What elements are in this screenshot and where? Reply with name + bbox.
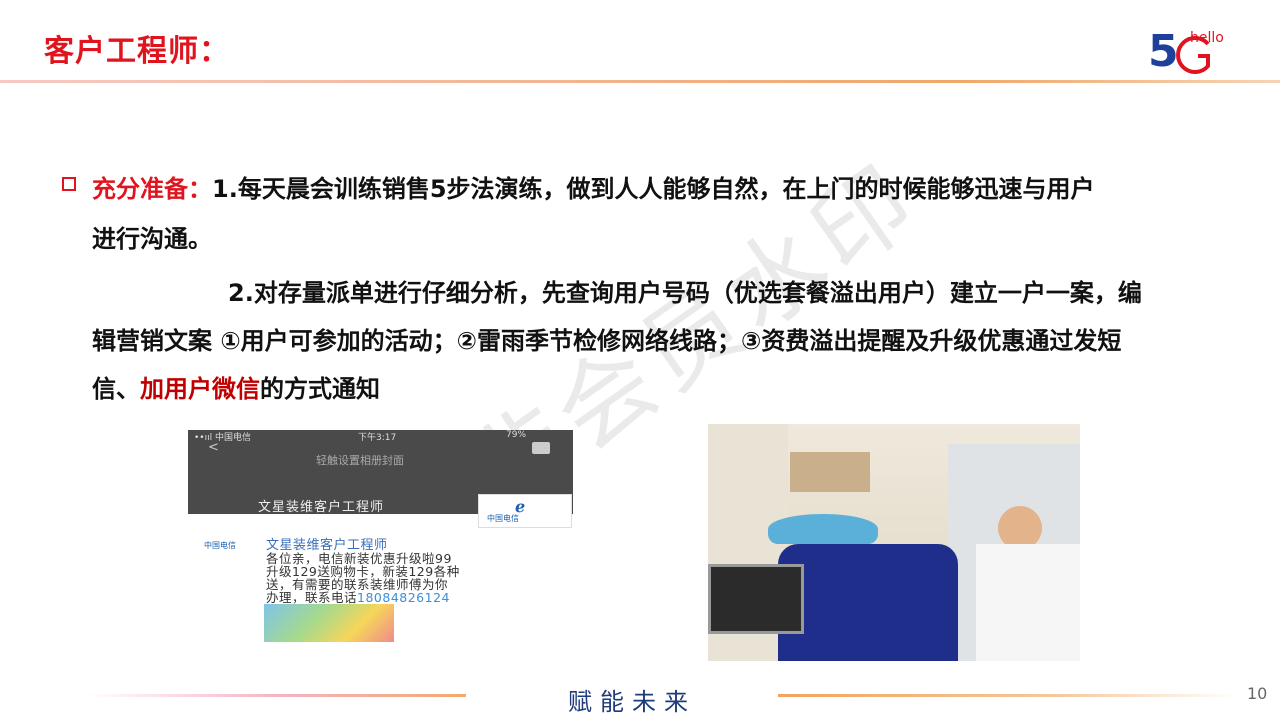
avatar-brand: 中国电信 bbox=[204, 541, 236, 550]
paragraph-2-line-2: 辑营销文案 ①用户可参加的活动；②雷雨季节检修网络线路；③资费溢出提醒及升级优惠… bbox=[92, 327, 1122, 355]
technician-photo bbox=[708, 424, 1080, 661]
photo-customer-body bbox=[976, 544, 1080, 661]
brand-name: 中国电信 bbox=[487, 514, 519, 523]
paragraph-2-post: 的方式通知 bbox=[260, 375, 380, 403]
paragraph-1-text: 1.每天晨会训练销售5步法演练，做到人人能够自然，在上门的时候能够迅速与用户 bbox=[212, 175, 1095, 203]
message-line: 办理，联系电话 bbox=[266, 590, 358, 605]
nav-row: < 轻触设置相册封面 bbox=[188, 440, 573, 467]
paragraph-2-pre: 信、 bbox=[92, 375, 140, 403]
footer-divider-right bbox=[778, 694, 1238, 697]
paragraph-2-line-1: 2.对存量派单进行仔细分析，先查询用户号码（优选套餐溢出用户）建立一户一案，编 bbox=[228, 279, 1142, 307]
footer-slogan: 赋能未来 bbox=[568, 688, 696, 716]
bullet-label: 充分准备： bbox=[92, 175, 212, 203]
photo-helmet bbox=[768, 514, 878, 544]
svg-text:5: 5 bbox=[1148, 26, 1179, 74]
slide-title: 客户工程师： bbox=[44, 34, 230, 69]
top-caption: 轻触设置相册封面 bbox=[316, 454, 404, 467]
phone-number-link[interactable]: 18084826124 bbox=[357, 590, 450, 605]
brand-logo-box: ℯ 中国电信 bbox=[478, 494, 572, 528]
logo-hello-text: hello bbox=[1190, 30, 1224, 46]
banner-title: 文星装维客户工程师 bbox=[258, 500, 385, 515]
camera-icon[interactable] bbox=[532, 442, 550, 454]
bullet-square-icon bbox=[62, 177, 76, 191]
paragraph-2-line-3: 信、加用户微信的方式通知 bbox=[92, 366, 1252, 412]
header-divider bbox=[0, 80, 1280, 83]
photo-technician bbox=[778, 544, 958, 661]
highlight-text: 加用户微信 bbox=[140, 375, 260, 403]
paragraph-1-continued: 进行沟通。 bbox=[92, 225, 212, 253]
promo-thumbnail[interactable] bbox=[264, 604, 394, 642]
phone-screenshot: ••ııl 中国电信 下午3:17 79% < 轻触设置相册封面 文星装维客户工… bbox=[188, 430, 573, 645]
page-number: 10 bbox=[1247, 684, 1268, 703]
photo-laptop bbox=[708, 564, 804, 634]
back-icon[interactable]: < bbox=[208, 440, 219, 455]
photo-box bbox=[790, 452, 870, 492]
paragraph-1: 充分准备：1.每天晨会训练销售5步法演练，做到人人能够自然，在上门的时候能够迅速… bbox=[92, 166, 1252, 212]
battery-label: 79% bbox=[506, 430, 527, 440]
footer-divider-left bbox=[86, 694, 466, 697]
